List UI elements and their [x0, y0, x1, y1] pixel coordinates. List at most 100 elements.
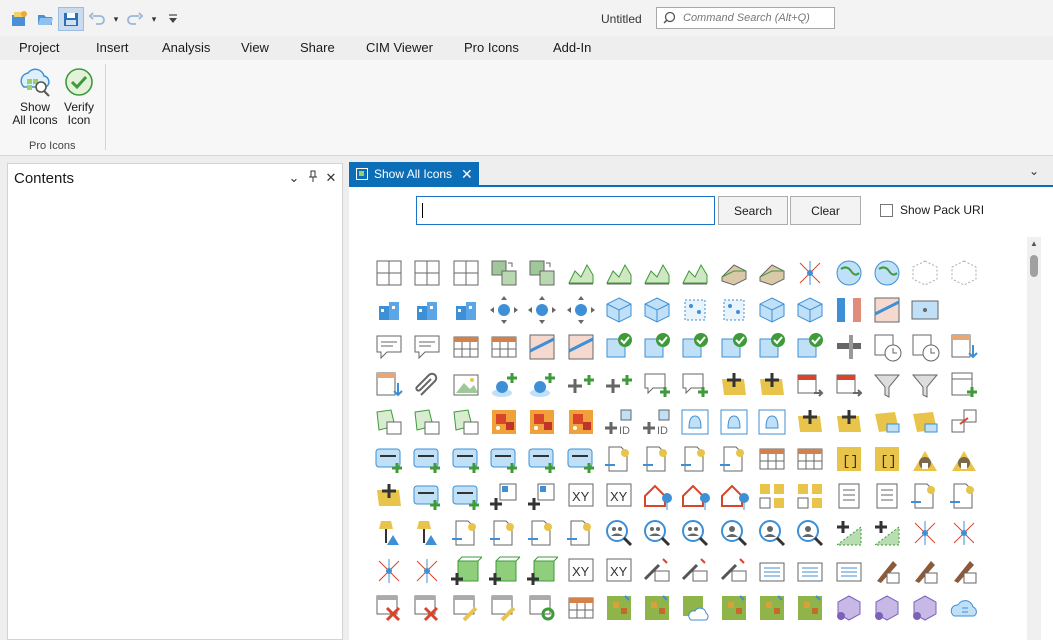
table-pen-icon[interactable]	[488, 592, 520, 624]
table-add-icon[interactable]	[948, 369, 980, 401]
table-o-icon[interactable]	[526, 592, 558, 624]
pin-icon[interactable]	[306, 170, 320, 185]
clock-icon[interactable]	[871, 331, 903, 363]
check-icon[interactable]	[603, 331, 635, 363]
move-icon[interactable]	[565, 294, 597, 326]
dotted-icon[interactable]	[871, 517, 903, 549]
add-polygon-icon[interactable]	[756, 369, 788, 401]
icon-search-input[interactable]	[416, 196, 715, 225]
doc-icon[interactable]	[948, 480, 980, 512]
search-person-icon[interactable]	[756, 517, 788, 549]
house-pin-icon[interactable]	[679, 480, 711, 512]
scroll-thumb[interactable]	[1030, 255, 1038, 277]
tab-insert[interactable]: Insert	[96, 40, 129, 55]
label-icon[interactable]	[718, 555, 750, 587]
comment-icon[interactable]	[373, 331, 405, 363]
add-polygon-icon[interactable]	[373, 480, 405, 512]
layer-icon[interactable]	[526, 443, 558, 475]
add-id-icon[interactable]: ID	[603, 406, 635, 438]
doc-icon[interactable]	[909, 480, 941, 512]
comment-icon[interactable]	[411, 331, 443, 363]
tab-view[interactable]: View	[241, 40, 269, 55]
table-arrow-icon[interactable]	[948, 331, 980, 363]
location-add-icon[interactable]	[488, 369, 520, 401]
add-polygon-icon[interactable]	[718, 369, 750, 401]
comment-add-icon[interactable]	[679, 369, 711, 401]
link-icon[interactable]	[948, 406, 980, 438]
search-button[interactable]: Search	[718, 196, 788, 225]
grid-color-icon[interactable]	[641, 592, 673, 624]
add-polygon-icon[interactable]	[794, 406, 826, 438]
buildings-icon[interactable]	[450, 294, 482, 326]
image-icon[interactable]	[450, 369, 482, 401]
add-icon[interactable]	[565, 369, 597, 401]
heatmap-icon[interactable]	[488, 406, 520, 438]
search-person-icon[interactable]	[794, 517, 826, 549]
layer-icon[interactable]	[373, 443, 405, 475]
layer-icon[interactable]	[450, 443, 482, 475]
house-icon[interactable]	[909, 443, 941, 475]
grid-color-icon[interactable]	[756, 592, 788, 624]
tab-pro-icons[interactable]: Pro Icons	[464, 40, 519, 62]
cube-icon[interactable]	[756, 294, 788, 326]
network-icon[interactable]	[373, 555, 405, 587]
polygon-table-icon[interactable]	[450, 406, 482, 438]
terrain-icon[interactable]	[718, 257, 750, 289]
clear-button[interactable]: Clear	[790, 196, 861, 225]
lamp-icon[interactable]	[411, 517, 443, 549]
check-icon[interactable]	[718, 331, 750, 363]
voxel-icon[interactable]	[679, 294, 711, 326]
grid-icon[interactable]	[450, 257, 482, 289]
filter-icon[interactable]	[909, 369, 941, 401]
doc-icon[interactable]	[603, 443, 635, 475]
map-icon[interactable]	[871, 294, 903, 326]
layer-icon[interactable]	[488, 443, 520, 475]
redo-dropdown-icon[interactable]: ▾	[148, 7, 160, 31]
location-add-icon[interactable]	[526, 369, 558, 401]
grid-color-icon[interactable]	[794, 592, 826, 624]
undo-dropdown-icon[interactable]: ▾	[110, 7, 122, 31]
bell-icon[interactable]	[718, 406, 750, 438]
doc-icon[interactable]	[718, 443, 750, 475]
buildings-icon[interactable]	[411, 294, 443, 326]
add-id-icon[interactable]: ID	[641, 406, 673, 438]
close-icon[interactable]: ✕	[324, 170, 338, 186]
grid-cloud-icon[interactable]	[679, 592, 711, 624]
network-icon[interactable]	[909, 517, 941, 549]
frame-icon[interactable]	[909, 294, 941, 326]
hex-icon[interactable]	[833, 592, 865, 624]
house-pin-icon[interactable]	[718, 480, 750, 512]
clock-icon[interactable]	[909, 331, 941, 363]
grid-add-icon[interactable]	[526, 480, 558, 512]
heatmap-icon[interactable]	[565, 406, 597, 438]
lamp-icon[interactable]	[373, 517, 405, 549]
new-project-button[interactable]	[6, 7, 32, 31]
list-icon[interactable]	[833, 555, 865, 587]
scroll-up-icon[interactable]: ▲	[1030, 239, 1038, 248]
cube-icon[interactable]	[794, 294, 826, 326]
doc-icon[interactable]	[565, 517, 597, 549]
show-pack-uri-checkbox[interactable]	[880, 204, 893, 217]
squares-icon[interactable]	[794, 480, 826, 512]
customize-button[interactable]	[160, 7, 186, 31]
cube-add-icon[interactable]	[450, 555, 483, 587]
hex-icon[interactable]	[909, 592, 941, 624]
save-project-button[interactable]	[58, 7, 84, 31]
view-list-chevron-icon[interactable]: ⌄	[1029, 164, 1039, 178]
bars-icon[interactable]	[833, 294, 865, 326]
check-icon[interactable]	[679, 331, 711, 363]
list-icon[interactable]	[794, 555, 826, 587]
calendar-icon[interactable]	[833, 369, 865, 401]
add-icon[interactable]	[603, 369, 635, 401]
doc-icon[interactable]	[526, 517, 558, 549]
grid-color-icon[interactable]	[718, 592, 750, 624]
undo-button[interactable]	[84, 7, 110, 31]
doc-icon[interactable]	[679, 443, 711, 475]
doc-icon[interactable]	[450, 517, 482, 549]
close-tab-icon[interactable]: ✕	[461, 166, 473, 183]
chart-icon[interactable]	[603, 257, 635, 289]
add-polygon-icon[interactable]	[833, 406, 865, 438]
layer-icon[interactable]	[450, 480, 482, 512]
cube-outline-icon[interactable]	[909, 257, 941, 289]
calendar-icon[interactable]	[794, 369, 826, 401]
